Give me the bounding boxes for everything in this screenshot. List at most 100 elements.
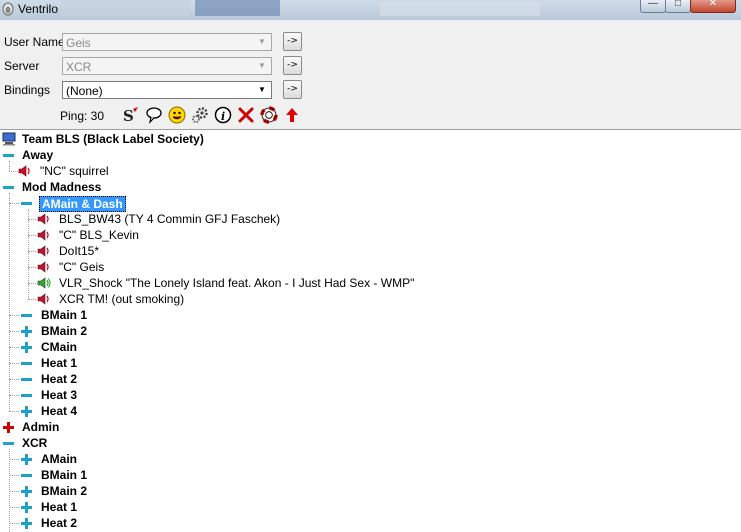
- tree-connector: [9, 363, 19, 364]
- channel-name: Heat 4: [41, 404, 78, 418]
- channel-name: BMain 1: [41, 468, 88, 482]
- channel-plus-icon: [21, 502, 32, 513]
- svg-text:S: S: [123, 107, 134, 124]
- server-name: Team BLS (Black Label Society): [22, 132, 204, 146]
- channel-plus-icon: [21, 342, 32, 353]
- channel-name: BMain 2: [41, 324, 88, 338]
- tree-connector: [28, 267, 36, 268]
- bindings-go-button[interactable]: ->: [283, 80, 302, 99]
- tree-connector: [28, 251, 36, 252]
- channel-name: Heat 3: [41, 388, 78, 402]
- channel-name: CMain: [41, 340, 77, 354]
- channel-name: XCR: [22, 436, 48, 450]
- user-name: VLR_Shock "The Lonely Island feat. Akon …: [59, 276, 415, 290]
- server-label: Server: [4, 59, 40, 73]
- background-window-blur: [60, 0, 190, 16]
- channel-name: Heat 1: [41, 500, 78, 514]
- user-name-label: User Name: [4, 35, 65, 49]
- close-button[interactable]: ✕: [690, 0, 736, 13]
- lifebuoy-icon[interactable]: [260, 106, 278, 124]
- channel-minus-icon: [3, 186, 14, 189]
- info-icon[interactable]: i: [214, 106, 232, 124]
- channel-name: Mod Madness: [22, 180, 102, 194]
- tree-connector: [28, 283, 36, 284]
- channel-name: Away: [22, 148, 54, 162]
- tree-connector: [9, 395, 19, 396]
- tree-connector: [9, 331, 19, 332]
- channel-name: Heat 2: [41, 372, 78, 386]
- minimize-button[interactable]: —: [640, 0, 666, 13]
- user-name: "NC" squirrel: [40, 164, 109, 178]
- user-name: BLS_BW43 (TY 4 Commin GFJ Faschek): [59, 212, 281, 226]
- channel-name: Admin: [22, 420, 60, 434]
- tree-connector: [28, 209, 29, 299]
- disconnect-x-icon[interactable]: [237, 106, 255, 124]
- speaker-icon: [37, 261, 49, 273]
- channel-minus-icon: [3, 154, 14, 157]
- channel-minus-icon: [21, 314, 32, 317]
- channel-plus-red-icon: [3, 422, 14, 433]
- user-name-combo[interactable]: Geis ▼: [62, 33, 272, 51]
- channel-name: BMain 2: [41, 484, 88, 498]
- channel-plus-icon: [21, 326, 32, 337]
- channel-minus-icon: [21, 378, 32, 381]
- channel-tree[interactable]: Team BLS (Black Label Society) Away "NC"…: [0, 129, 741, 532]
- setup-icon[interactable]: S: [122, 106, 140, 125]
- chevron-down-icon: ▼: [258, 61, 266, 70]
- chat-bubble-icon[interactable]: [145, 106, 163, 124]
- tree-connector: [9, 411, 19, 412]
- tree-connector: [28, 299, 36, 300]
- tree-connector: [9, 507, 19, 508]
- channel-name: AMain: [41, 452, 77, 466]
- speaker-icon: [37, 293, 49, 305]
- server-go-button[interactable]: ->: [283, 56, 302, 75]
- maximize-button[interactable]: □: [665, 0, 691, 13]
- server-value: XCR: [66, 60, 92, 74]
- tree-connector: [9, 379, 19, 380]
- tree-connector: [9, 203, 19, 204]
- background-window-blur: [380, 2, 540, 16]
- speaker-talking-icon: [37, 277, 51, 289]
- window-title: Ventrilo: [18, 2, 59, 16]
- background-window-blur: [195, 0, 280, 16]
- tree-connector: [9, 491, 19, 492]
- speaker-icon: [37, 245, 49, 257]
- tree-connector: [9, 161, 10, 171]
- bindings-value: (None): [66, 84, 103, 98]
- bindings-label: Bindings: [4, 83, 51, 97]
- up-arrow-icon[interactable]: [283, 106, 301, 124]
- user-name-value: Geis: [66, 36, 91, 50]
- speaker-icon: [18, 165, 30, 177]
- server-combo[interactable]: XCR ▼: [62, 57, 272, 75]
- user-name: DoIt15*: [59, 244, 100, 258]
- channel-minus-icon: [21, 394, 32, 397]
- channel-plus-icon: [21, 454, 32, 465]
- smiley-icon[interactable]: [168, 106, 186, 124]
- user-name-go-button[interactable]: ->: [283, 32, 302, 51]
- svg-text:i: i: [221, 110, 225, 123]
- tree-connector: [9, 475, 19, 476]
- channel-minus-icon: [21, 202, 32, 205]
- tree-connector: [9, 523, 19, 524]
- channel-plus-icon: [21, 406, 32, 417]
- channel-minus-icon: [21, 362, 32, 365]
- ping-readout: Ping: 30: [60, 109, 105, 123]
- tree-connector: [9, 171, 18, 172]
- user-name: "C" BLS_Kevin: [59, 228, 139, 242]
- settings-gear-icon[interactable]: [191, 106, 209, 124]
- speaker-icon: [37, 213, 49, 225]
- tree-connector: [28, 235, 36, 236]
- channel-minus-icon: [21, 474, 32, 477]
- computer-icon: [2, 132, 16, 146]
- channel-name: Heat 1: [41, 356, 78, 370]
- tree-connector: [9, 315, 19, 316]
- ventrilo-app-icon: [2, 2, 14, 16]
- tree-connector: [9, 459, 19, 460]
- speaker-icon: [37, 229, 49, 241]
- title-bar: Ventrilo — □ ✕: [0, 0, 741, 20]
- user-name: "C" Geis: [59, 260, 105, 274]
- user-name: XCR TM! (out smoking): [59, 292, 185, 306]
- channel-minus-icon: [3, 442, 14, 445]
- channel-name: BMain 1: [41, 308, 88, 322]
- bindings-combo[interactable]: (None) ▼: [62, 81, 272, 99]
